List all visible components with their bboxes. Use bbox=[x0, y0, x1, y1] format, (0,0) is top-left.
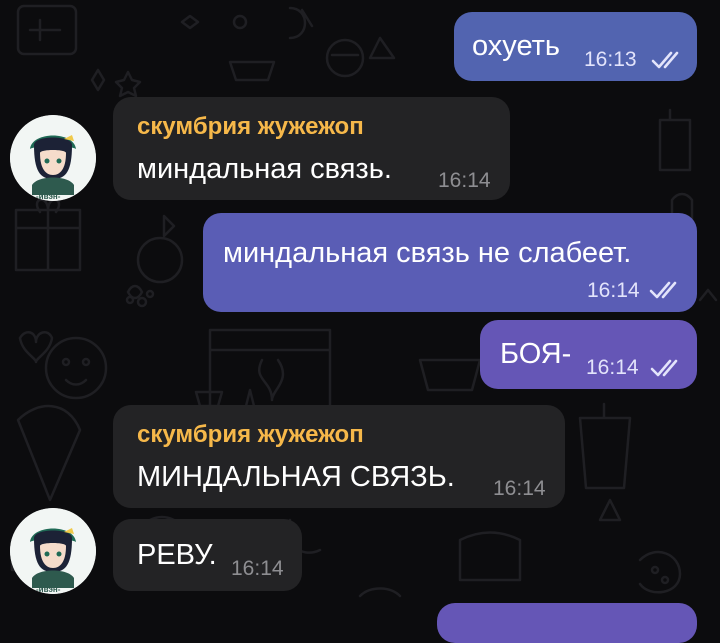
incoming-message[interactable]: РЕВУ. 16:14 bbox=[113, 519, 302, 591]
avatar[interactable]: -ивэн- bbox=[10, 508, 96, 594]
outgoing-message[interactable]: миндальная связь не слабеет. 16:14 bbox=[203, 213, 697, 312]
incoming-message[interactable]: скумбрия жужежоп миндальная связь. 16:14 bbox=[113, 97, 510, 200]
message-text: охуеть bbox=[472, 30, 561, 62]
sender-name[interactable]: скумбрия жужежоп bbox=[137, 113, 364, 141]
message-time: 16:14 bbox=[493, 477, 546, 500]
outgoing-message-partial[interactable] bbox=[437, 603, 697, 643]
double-check-icon bbox=[649, 281, 677, 299]
outgoing-message[interactable]: БОЯ- 16:14 bbox=[480, 320, 697, 389]
message-time: 16:13 bbox=[584, 48, 637, 71]
message-time: 16:14 bbox=[586, 356, 639, 379]
incoming-message[interactable]: скумбрия жужежоп МИНДАЛЬНАЯ СВЯЗЬ. 16:14 bbox=[113, 405, 565, 508]
avatar[interactable]: -ивэн- bbox=[10, 115, 96, 201]
message-text: МИНДАЛЬНАЯ СВЯЗЬ. bbox=[137, 461, 455, 493]
double-check-icon bbox=[651, 51, 679, 69]
double-check-icon bbox=[650, 359, 678, 377]
anime-character-avatar-icon bbox=[10, 508, 96, 594]
message-text: РЕВУ. bbox=[137, 539, 217, 571]
message-time: 16:14 bbox=[438, 169, 491, 192]
message-text: миндальная связь. bbox=[137, 153, 392, 185]
outgoing-message[interactable]: охуеть 16:13 bbox=[454, 12, 697, 81]
sender-name[interactable]: скумбрия жужежоп bbox=[137, 421, 364, 449]
message-text: миндальная связь не слабеет. bbox=[223, 237, 632, 269]
anime-character-avatar-icon bbox=[10, 115, 96, 201]
message-text: БОЯ- bbox=[500, 338, 572, 370]
message-time: 16:14 bbox=[231, 557, 284, 580]
avatar-caption: -ивэн- bbox=[36, 192, 61, 201]
avatar-caption: -ивэн- bbox=[36, 585, 61, 594]
message-time: 16:14 bbox=[587, 279, 640, 302]
